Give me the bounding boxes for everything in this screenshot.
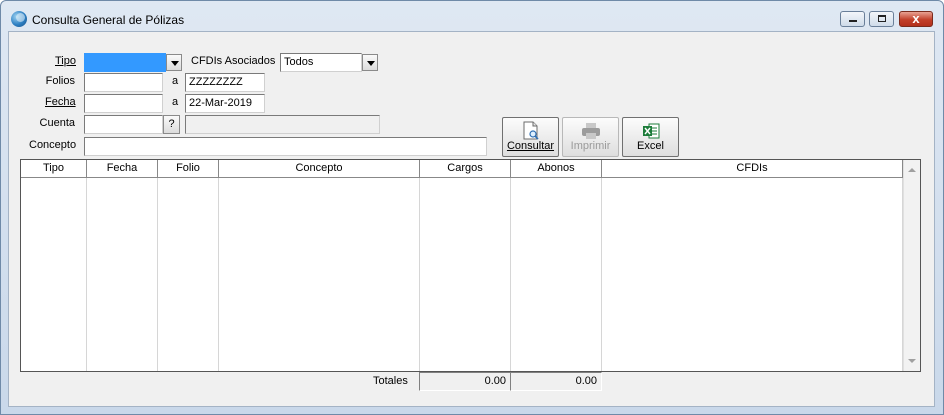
cuenta-input[interactable] <box>84 115 163 134</box>
grid-column-cfdis <box>602 178 903 371</box>
column-header-cfdis[interactable]: CFDIs <box>602 160 903 178</box>
fecha-label: Fecha <box>45 96 76 108</box>
app-logo-icon <box>11 11 27 27</box>
fecha-to-input[interactable]: 22-Mar-2019 <box>185 94 265 113</box>
consultar-button[interactable]: Consultar <box>502 117 559 157</box>
minimize-icon <box>849 20 857 22</box>
tipo-label: Tipo <box>55 55 76 67</box>
fecha-from-input[interactable] <box>84 94 163 113</box>
totals-label: Totales <box>373 375 408 387</box>
document-search-icon <box>523 121 539 140</box>
grid-vertical-scrollbar[interactable] <box>903 160 920 371</box>
window-title: Consulta General de Pólizas <box>32 13 185 27</box>
excel-icon <box>643 123 660 139</box>
grid-column-folio <box>158 178 219 371</box>
grid-column-concepto <box>219 178 420 371</box>
column-header-abonos[interactable]: Abonos <box>511 160 602 178</box>
tipo-select[interactable] <box>84 53 166 72</box>
cfdis-dropdown-arrow-icon[interactable] <box>362 54 378 71</box>
maximize-button[interactable] <box>869 11 894 27</box>
column-header-tipo[interactable]: Tipo <box>21 160 87 178</box>
cfdis-select[interactable]: Todos <box>280 53 362 72</box>
scroll-down-arrow-icon[interactable] <box>904 353 920 369</box>
total-abonos-field: 0.00 <box>510 372 602 391</box>
fecha-range-sep: a <box>172 96 179 108</box>
imprimir-button[interactable]: Imprimir <box>562 117 619 157</box>
polizas-grid[interactable]: Tipo Fecha Folio Concepto Cargos Abonos … <box>20 159 921 372</box>
grid-column-abonos <box>511 178 602 371</box>
folios-label: Folios <box>45 75 75 87</box>
column-header-folio[interactable]: Folio <box>158 160 219 178</box>
cuenta-description-field <box>185 115 380 134</box>
scroll-up-arrow-icon[interactable] <box>904 162 920 178</box>
title-bar[interactable]: Consulta General de Pólizas x <box>1 1 943 31</box>
total-cargos-field: 0.00 <box>419 372 511 391</box>
imprimir-label: Imprimir <box>570 140 611 152</box>
excel-button[interactable]: Excel <box>622 117 679 157</box>
cuenta-label: Cuenta <box>39 117 75 129</box>
window-frame: Consulta General de Pólizas x Tipo CFDIs… <box>0 0 944 415</box>
column-header-cargos[interactable]: Cargos <box>420 160 511 178</box>
folio-from-input[interactable] <box>84 73 163 92</box>
cfdis-select-value: Todos <box>284 56 314 68</box>
minimize-button[interactable] <box>840 11 865 27</box>
close-icon: x <box>912 11 920 26</box>
consultar-label: Consultar <box>506 140 555 152</box>
tipo-dropdown-arrow-icon[interactable] <box>166 54 182 71</box>
cuenta-lookup-button[interactable]: ? <box>163 115 180 134</box>
concepto-input[interactable] <box>84 137 487 156</box>
grid-column-fecha <box>87 178 158 371</box>
excel-label: Excel <box>637 140 664 152</box>
maximize-icon <box>878 15 886 22</box>
printer-icon <box>582 123 600 139</box>
column-header-concepto[interactable]: Concepto <box>219 160 420 178</box>
cfdis-label: CFDIs Asociados <box>191 55 276 67</box>
concepto-label: Concepto <box>29 139 77 151</box>
folio-to-input[interactable]: ZZZZZZZZ <box>185 73 265 92</box>
close-button[interactable]: x <box>899 11 933 27</box>
column-header-fecha[interactable]: Fecha <box>87 160 158 178</box>
grid-column-tipo <box>21 178 87 371</box>
folios-range-sep: a <box>172 75 179 87</box>
grid-column-cargos <box>420 178 511 371</box>
